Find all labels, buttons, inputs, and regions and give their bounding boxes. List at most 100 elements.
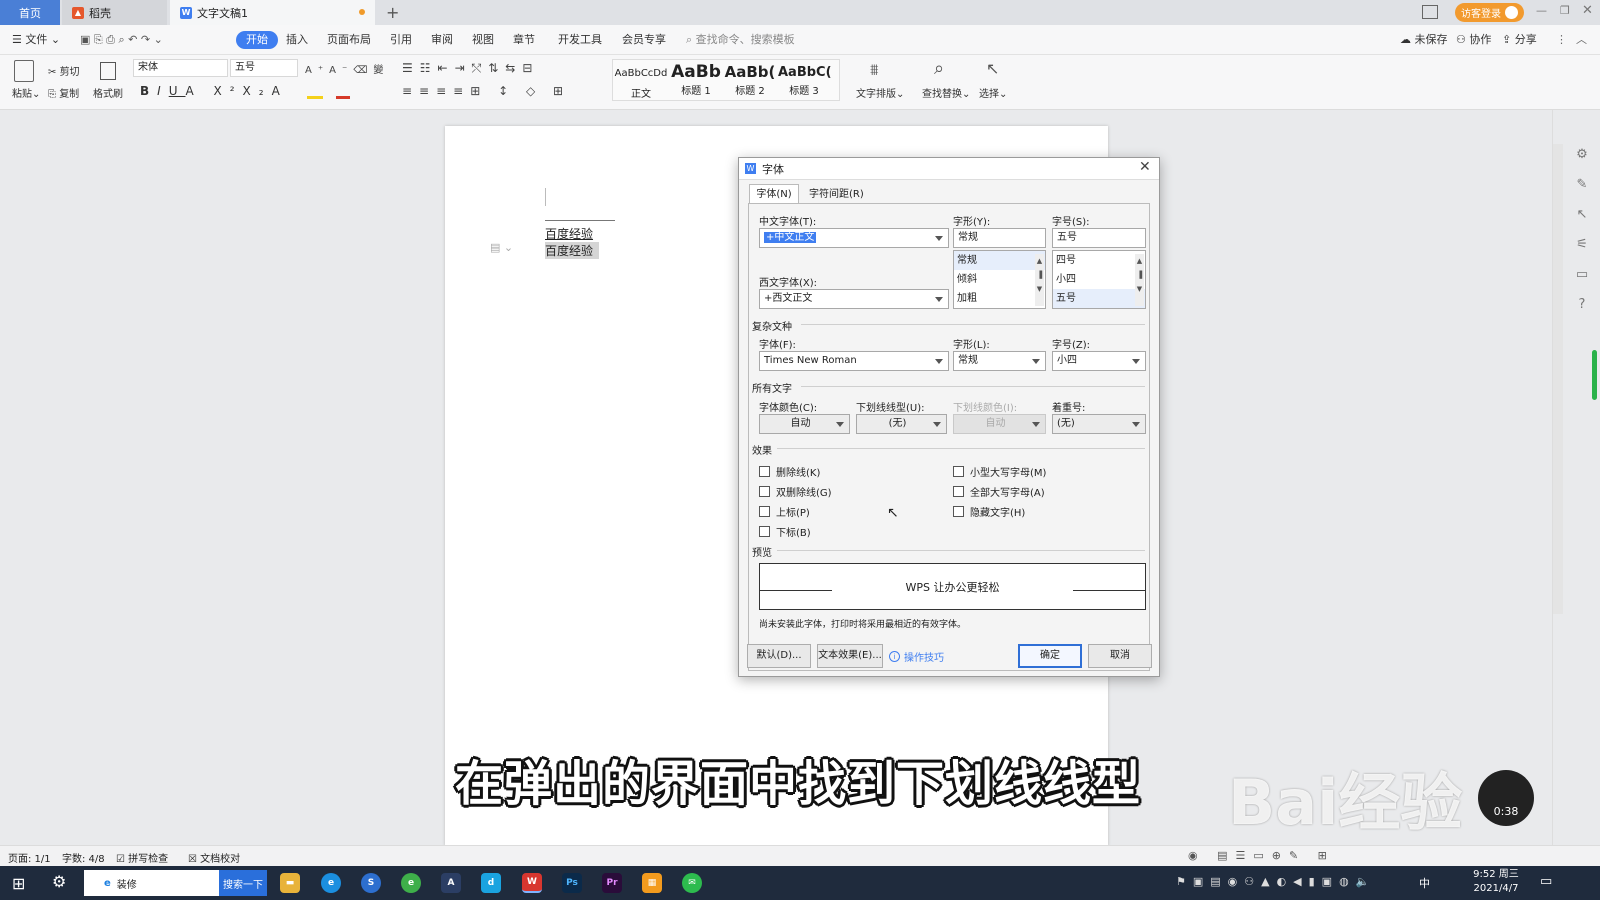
vertical-scrollbar[interactable] xyxy=(1553,144,1563,614)
proof-button[interactable]: ☒ 文档校对 xyxy=(188,850,240,865)
tab-daoke[interactable]: ▲ 稻壳 xyxy=(62,0,167,25)
system-tray-icons[interactable]: ⚑▣▤◉⚇▲◐◀▮▣◍🔈 xyxy=(1176,875,1376,888)
cx-size-select[interactable]: 小四 xyxy=(1052,351,1146,371)
minimize-icon[interactable]: — xyxy=(1536,4,1547,17)
select-button[interactable]: 选择⌄ xyxy=(979,85,1007,100)
app4-icon[interactable]: ▦ xyxy=(642,873,662,893)
menu-vip[interactable]: 会员专享 xyxy=(622,31,666,49)
size-listbox[interactable]: 四号 小四 五号 ▲ ▐ ▼ xyxy=(1052,250,1146,309)
superscript-checkbox[interactable]: 上标(P) xyxy=(759,504,810,519)
cx-font-select[interactable]: Times New Roman xyxy=(759,351,949,371)
size-option-3[interactable]: 五号 xyxy=(1053,289,1145,308)
strikethrough-checkbox[interactable]: 删除线(K) xyxy=(759,464,820,479)
browser-icon[interactable]: e xyxy=(321,873,341,893)
sogou-icon[interactable]: S xyxy=(361,873,381,893)
collab-button[interactable]: ⚇ 协作 xyxy=(1456,31,1491,49)
paste-icon[interactable] xyxy=(14,60,34,82)
find-replace-button[interactable]: 查找替换⌄ xyxy=(922,85,970,100)
maximize-icon[interactable]: ❐ xyxy=(1560,4,1570,17)
underline-style-select[interactable]: (无) xyxy=(856,414,947,434)
browser2-icon[interactable]: e xyxy=(401,873,421,893)
menu-chapter[interactable]: 章节 xyxy=(513,31,535,49)
all-caps-checkbox[interactable]: 全部大写字母(A) xyxy=(953,484,1045,499)
quick-tools[interactable]: ▣ ⎘ ⎙ ⌕ ↶ ↷ ⌄ xyxy=(80,31,163,49)
menu-insert[interactable]: 插入 xyxy=(286,31,308,49)
explorer-icon[interactable]: ▬ xyxy=(280,873,300,893)
font-name-combo[interactable]: 宋体 xyxy=(133,59,228,77)
login-button[interactable]: 访客登录 xyxy=(1455,3,1524,22)
file-menu[interactable]: ☰ 文件 ⌄ xyxy=(12,31,60,49)
notification-icon[interactable]: ▭ xyxy=(1540,874,1552,889)
menu-layout[interactable]: 页面布局 xyxy=(327,31,371,49)
paragraph-handle-icon[interactable]: ▤ ⌄ xyxy=(490,241,513,254)
command-search[interactable]: ⌕ 查找命令、搜索模板 xyxy=(686,31,795,49)
menu-references[interactable]: 引用 xyxy=(390,31,412,49)
style-heading2[interactable]: AaBb(标题 2 xyxy=(724,62,776,100)
page-count[interactable]: 页面: 1/1 xyxy=(8,850,51,865)
cancel-button[interactable]: 取消 xyxy=(1088,644,1152,668)
photoshop-icon[interactable]: Ps xyxy=(562,873,582,893)
text-layout-button[interactable]: 文字排版⌄ xyxy=(856,85,904,100)
tab-font[interactable]: 字体(N) xyxy=(749,184,799,204)
word-count[interactable]: 字数: 4/8 xyxy=(62,850,105,865)
default-button[interactable]: 默认(D)... xyxy=(747,644,811,668)
app2-icon[interactable]: A xyxy=(441,873,461,893)
app-icon[interactable]: ⚙ xyxy=(52,872,66,891)
font-size-combo[interactable]: 五号 xyxy=(230,59,298,77)
format-painter-button[interactable]: 格式刷 xyxy=(93,85,123,100)
more-icon[interactable]: ⋮ xyxy=(1556,31,1567,49)
taskbar-search-button[interactable]: 搜索一下 xyxy=(219,870,267,896)
menu-review[interactable]: 审阅 xyxy=(431,31,453,49)
format-tools-row[interactable]: BIUA X²X₂A xyxy=(140,84,288,98)
double-strike-checkbox[interactable]: 双删除线(G) xyxy=(759,484,832,499)
ime-indicator[interactable]: 中 xyxy=(1419,875,1430,891)
spell-check-button[interactable]: ☑ 拼写检查 xyxy=(116,850,168,865)
style-normal[interactable]: AaBbCcDd 正文 xyxy=(614,62,668,100)
style-heading3[interactable]: AaBbC(标题 3 xyxy=(778,62,832,100)
paste-button[interactable]: 粘贴⌄ xyxy=(12,85,40,100)
format-painter-icon[interactable] xyxy=(100,62,116,80)
hidden-text-checkbox[interactable]: 隐藏文字(H) xyxy=(953,504,1025,519)
app3-icon[interactable]: d xyxy=(481,873,501,893)
dialog-close-icon[interactable]: ✕ xyxy=(1139,159,1151,175)
tab-document[interactable]: W 文字文稿1 xyxy=(170,0,375,25)
font-tools-row[interactable]: A⁺A⁻⌫變 xyxy=(305,61,389,76)
window-layout-icon[interactable] xyxy=(1422,5,1438,19)
tips-link[interactable]: i 操作技巧 xyxy=(889,649,944,664)
cut-button[interactable]: ✂ 剪切 xyxy=(48,63,80,78)
text-effects-button[interactable]: 文本效果(E)... xyxy=(817,644,883,668)
windows-start-icon[interactable]: ⊞ xyxy=(12,874,25,893)
paragraph-tools-row1[interactable]: ☰☷⇤⇥⤲⇅⇆⊟ xyxy=(402,61,539,76)
doc-line-2[interactable]: 百度经验 xyxy=(545,242,600,259)
cx-style-select[interactable]: 常规 xyxy=(953,351,1046,371)
wechat-icon[interactable]: ✉ xyxy=(682,873,702,893)
new-tab-icon[interactable]: + xyxy=(386,3,399,22)
wps-icon[interactable]: W xyxy=(522,873,542,893)
subscript-checkbox[interactable]: 下标(B) xyxy=(759,524,811,539)
size-input[interactable]: 五号 xyxy=(1052,228,1146,248)
style-option-italic[interactable]: 倾斜 xyxy=(954,270,1045,289)
unsaved-status[interactable]: ☁ 未保存 xyxy=(1400,31,1448,49)
style-listbox[interactable]: 常规 倾斜 加粗 ▲ ▐ ▼ xyxy=(953,250,1046,309)
emphasis-select[interactable]: (无) xyxy=(1052,414,1146,434)
west-font-select[interactable]: +西文正文 xyxy=(759,289,949,309)
premiere-icon[interactable]: Pr xyxy=(602,873,622,893)
style-heading1[interactable]: AaBb 标题 1 xyxy=(670,62,722,100)
style-option-regular[interactable]: 常规 xyxy=(954,251,1045,270)
size-option-1[interactable]: 四号 xyxy=(1053,251,1145,270)
side-tools[interactable]: ⚙ ✎ ↖ ⚟ ▭? xyxy=(1574,140,1590,320)
style-input[interactable]: 常规 xyxy=(953,228,1046,248)
menu-view[interactable]: 视图 xyxy=(472,31,494,49)
paragraph-tools-row2[interactable]: ≡≡≡≡⊞ ↕ ◇ ⊞ xyxy=(402,84,570,98)
taskbar-clock[interactable]: 9:52 周三 2021/4/7 xyxy=(1466,868,1526,896)
small-caps-checkbox[interactable]: 小型大写字母(M) xyxy=(953,464,1046,479)
cn-font-select[interactable]: +中文正文 xyxy=(759,228,949,248)
collapse-ribbon-icon[interactable]: ︿ xyxy=(1576,31,1587,49)
view-controls[interactable]: ◉ ▤☰▭⊕✎ ⊞ xyxy=(1188,849,1335,862)
close-window-icon[interactable]: ✕ xyxy=(1582,3,1593,18)
tab-spacing[interactable]: 字符间距(R) xyxy=(807,186,866,204)
size-option-2[interactable]: 小四 xyxy=(1053,270,1145,289)
ok-button[interactable]: 确定 xyxy=(1018,644,1082,668)
share-button[interactable]: ⇪ 分享 xyxy=(1502,31,1537,49)
taskbar-search-input[interactable]: e 装修 xyxy=(84,870,219,896)
